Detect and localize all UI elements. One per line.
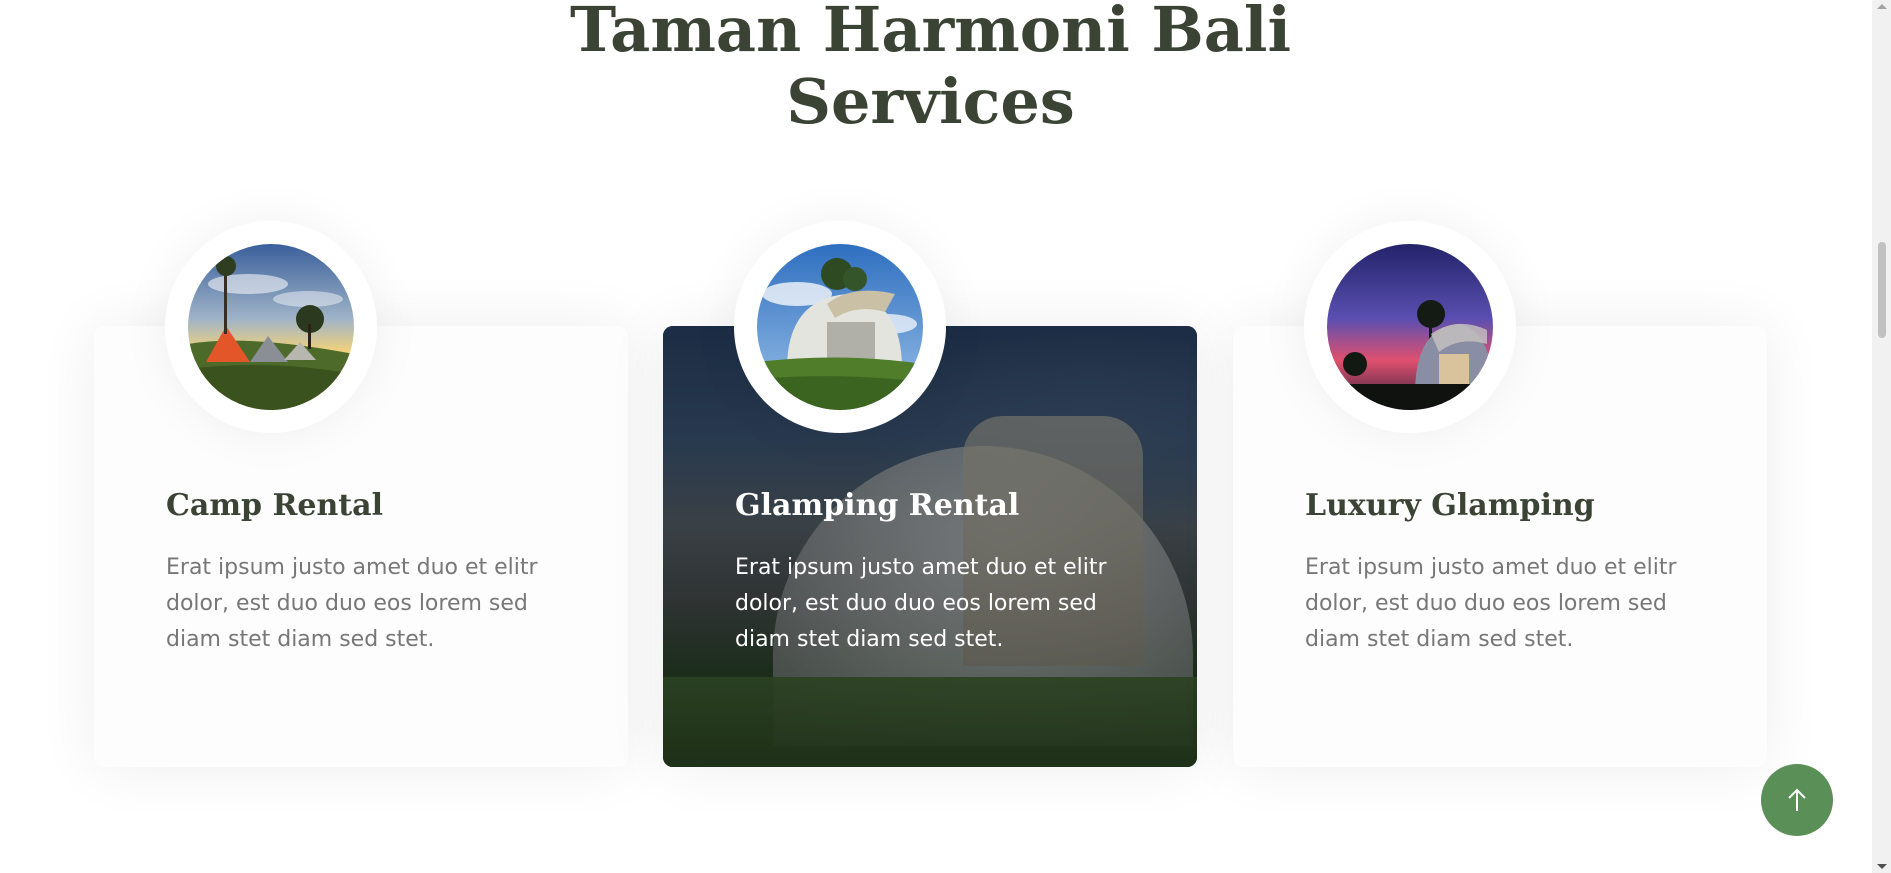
vertical-scrollbar[interactable] (1872, 0, 1891, 873)
glamping-dome-photo (757, 244, 923, 410)
section-title-line-2: Services (786, 65, 1075, 138)
card-description: Erat ipsum justo amet duo et elitr dolor… (735, 555, 1107, 652)
service-card-luxury-glamping[interactable]: Luxury Glamping Erat ipsum justo amet du… (1233, 326, 1767, 767)
section-title-line-1: Taman Harmoni Bali (569, 0, 1292, 66)
card-title: Luxury Glamping (1305, 488, 1595, 523)
luxury-dome-night-photo (1327, 244, 1493, 410)
arrow-up-icon (1788, 788, 1806, 811)
card-title: Camp Rental (166, 488, 384, 523)
service-card-glamping-rental[interactable]: Glamping Rental Erat ipsum justo amet du… (663, 326, 1197, 767)
scroll-down-arrow-icon[interactable] (1877, 864, 1887, 869)
section-title: Taman Harmoni Bali Services (0, 0, 1861, 138)
card-description: Erat ipsum justo amet duo et elitr dolor… (1305, 555, 1677, 652)
service-card-camp-rental[interactable]: Camp Rental Erat ipsum justo amet duo et… (94, 326, 628, 767)
page: Taman Harmoni Bali Services Camp Rental … (0, 0, 1872, 873)
camp-tent-sunset-photo (188, 244, 354, 410)
card-image-frame (1304, 221, 1516, 433)
card-description: Erat ipsum justo amet duo et elitr dolor… (166, 555, 538, 652)
scrollbar-thumb[interactable] (1878, 242, 1886, 338)
card-image-frame (734, 221, 946, 433)
card-image-frame (165, 221, 377, 433)
card-title: Glamping Rental (735, 488, 1020, 523)
card-background-photo (663, 326, 1197, 767)
scroll-up-arrow-icon[interactable] (1877, 4, 1887, 9)
back-to-top-button[interactable] (1761, 764, 1833, 836)
